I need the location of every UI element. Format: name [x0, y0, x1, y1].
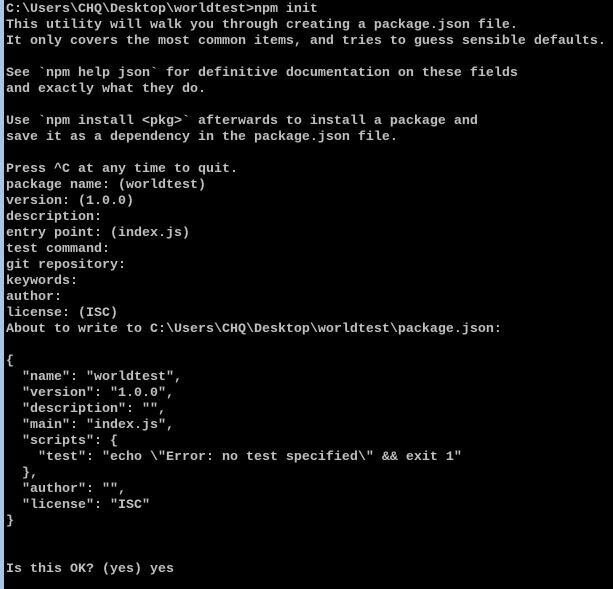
console-line: test command:	[6, 242, 110, 257]
console-line: "test": "echo \"Error: no test specified…	[6, 450, 462, 465]
console-line: "author": "",	[6, 482, 126, 497]
window-border	[0, 0, 4, 589]
console-line: },	[6, 466, 38, 481]
console-line: C:\Users\CHQ\Desktop\worldtest>npm init	[6, 2, 318, 17]
console-line: license: (ISC)	[6, 306, 118, 321]
console-line: package name: (worldtest)	[6, 178, 206, 193]
console-line: author:	[6, 290, 62, 305]
console-line: keywords:	[6, 274, 78, 289]
console-line: }	[6, 514, 14, 529]
console-line: "scripts": {	[6, 434, 118, 449]
console-line: {	[6, 354, 14, 369]
console-line: See `npm help json` for definitive docum…	[6, 66, 518, 81]
console-line: "license": "ISC"	[6, 498, 150, 513]
console-output[interactable]: C:\Users\CHQ\Desktop\worldtest>npm init T…	[6, 2, 613, 589]
console-line: Is this OK? (yes) yes	[6, 562, 174, 577]
console-line: "description": "",	[6, 402, 166, 417]
console-line: "name": "worldtest",	[6, 370, 182, 385]
console-line: It only covers the most common items, an…	[6, 34, 606, 49]
console-line: Use `npm install <pkg>` afterwards to in…	[6, 114, 478, 129]
console-line: description:	[6, 210, 102, 225]
console-line: "main": "index.js",	[6, 418, 174, 433]
console-line: and exactly what they do.	[6, 82, 206, 97]
console-line: "version": "1.0.0",	[6, 386, 174, 401]
console-line: Press ^C at any time to quit.	[6, 162, 238, 177]
console-line: git repository:	[6, 258, 126, 273]
console-line: About to write to C:\Users\CHQ\Desktop\w…	[6, 322, 502, 337]
console-line: This utility will walk you through creat…	[6, 18, 518, 33]
console-line: version: (1.0.0)	[6, 194, 134, 209]
console-line: save it as a dependency in the package.j…	[6, 130, 398, 145]
console-line: entry point: (index.js)	[6, 226, 190, 241]
